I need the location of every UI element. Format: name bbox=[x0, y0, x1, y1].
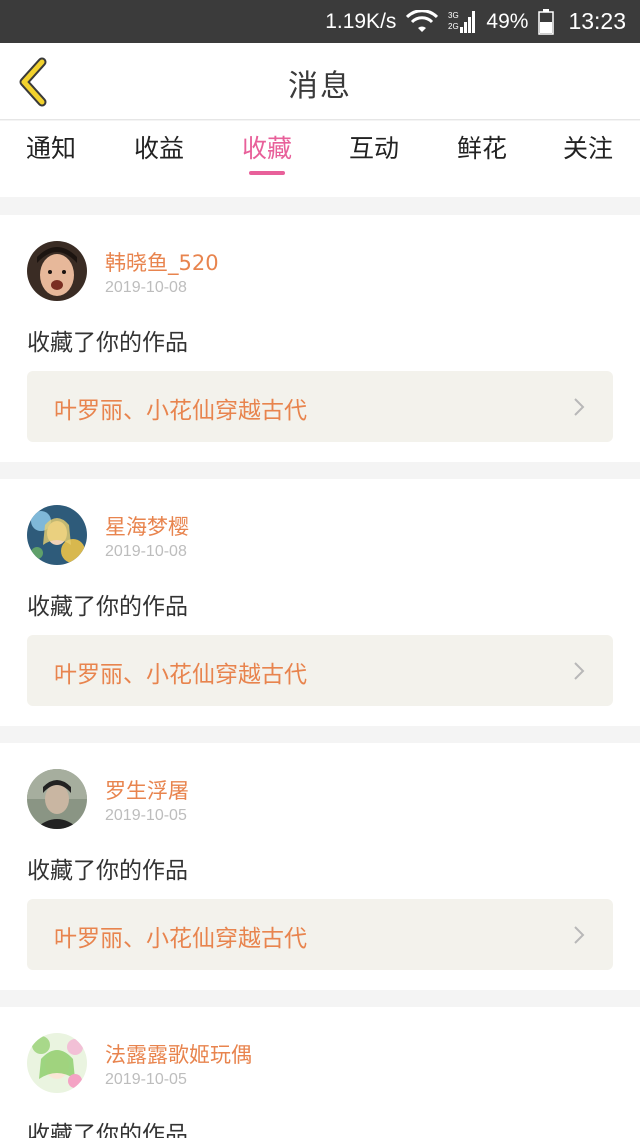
tab-notifications[interactable]: 通知 bbox=[26, 129, 76, 185]
username[interactable]: 罗生浮屠 bbox=[105, 775, 189, 805]
tab-bar: 通知 收益 收藏 互动 鲜花 关注 bbox=[0, 121, 640, 197]
battery-icon bbox=[538, 8, 555, 35]
username[interactable]: 星海梦樱 bbox=[105, 511, 189, 541]
chevron-right-icon bbox=[574, 398, 585, 416]
work-title: 叶罗丽、小花仙穿越古代 bbox=[54, 662, 307, 688]
wifi-icon bbox=[406, 9, 439, 34]
action-text: 收藏了你的作品 bbox=[27, 594, 188, 620]
net-speed: 1.19K/s bbox=[325, 9, 397, 33]
username[interactable]: 法露露歌姬玩偶 bbox=[105, 1039, 252, 1069]
tab-following[interactable]: 关注 bbox=[563, 129, 613, 185]
work-link[interactable]: 叶罗丽、小花仙穿越古代 bbox=[27, 899, 613, 970]
status-bar: 1.19K/s 3G 2G 49% 13:23 bbox=[0, 0, 640, 43]
header: 消息 bbox=[0, 43, 640, 120]
work-link[interactable]: 叶罗丽、小花仙穿越古代 bbox=[27, 635, 613, 706]
message-date: 2019-10-08 bbox=[105, 543, 187, 560]
message-date: 2019-10-08 bbox=[105, 279, 187, 296]
work-title: 叶罗丽、小花仙穿越古代 bbox=[54, 926, 307, 952]
message-card: 韩晓鱼_520 2019-10-08 收藏了你的作品 叶罗丽、小花仙穿越古代 bbox=[0, 215, 640, 462]
avatar[interactable] bbox=[27, 505, 87, 565]
work-link[interactable]: 叶罗丽、小花仙穿越古代 bbox=[27, 371, 613, 442]
message-date: 2019-10-05 bbox=[105, 1071, 187, 1088]
avatar[interactable] bbox=[27, 769, 87, 829]
avatar[interactable] bbox=[27, 1033, 87, 1093]
message-date: 2019-10-05 bbox=[105, 807, 187, 824]
action-text: 收藏了你的作品 bbox=[27, 1122, 188, 1138]
page-title: 消息 bbox=[288, 69, 352, 104]
chevron-right-icon bbox=[574, 662, 585, 680]
chevron-right-icon bbox=[574, 926, 585, 944]
signal-icon: 3G 2G bbox=[448, 9, 476, 35]
action-text: 收藏了你的作品 bbox=[27, 330, 188, 356]
tab-earnings[interactable]: 收益 bbox=[134, 129, 184, 185]
tab-favorites[interactable]: 收藏 bbox=[242, 129, 292, 185]
tab-interactions[interactable]: 互动 bbox=[349, 129, 399, 185]
avatar[interactable] bbox=[27, 241, 87, 301]
username[interactable]: 韩晓鱼_520 bbox=[105, 247, 219, 277]
svg-text:2G: 2G bbox=[448, 22, 459, 31]
message-card: 星海梦樱 2019-10-08 收藏了你的作品 叶罗丽、小花仙穿越古代 bbox=[0, 479, 640, 726]
action-text: 收藏了你的作品 bbox=[27, 858, 188, 884]
work-title: 叶罗丽、小花仙穿越古代 bbox=[54, 398, 307, 424]
clock: 13:23 bbox=[568, 8, 626, 34]
svg-text:3G: 3G bbox=[448, 11, 459, 20]
active-tab-indicator bbox=[249, 171, 285, 175]
battery-percent: 49% bbox=[486, 9, 529, 33]
message-card: 法露露歌姬玩偶 2019-10-05 收藏了你的作品 bbox=[0, 1007, 640, 1138]
message-card: 罗生浮屠 2019-10-05 收藏了你的作品 叶罗丽、小花仙穿越古代 bbox=[0, 743, 640, 990]
tab-flowers[interactable]: 鲜花 bbox=[457, 129, 507, 185]
